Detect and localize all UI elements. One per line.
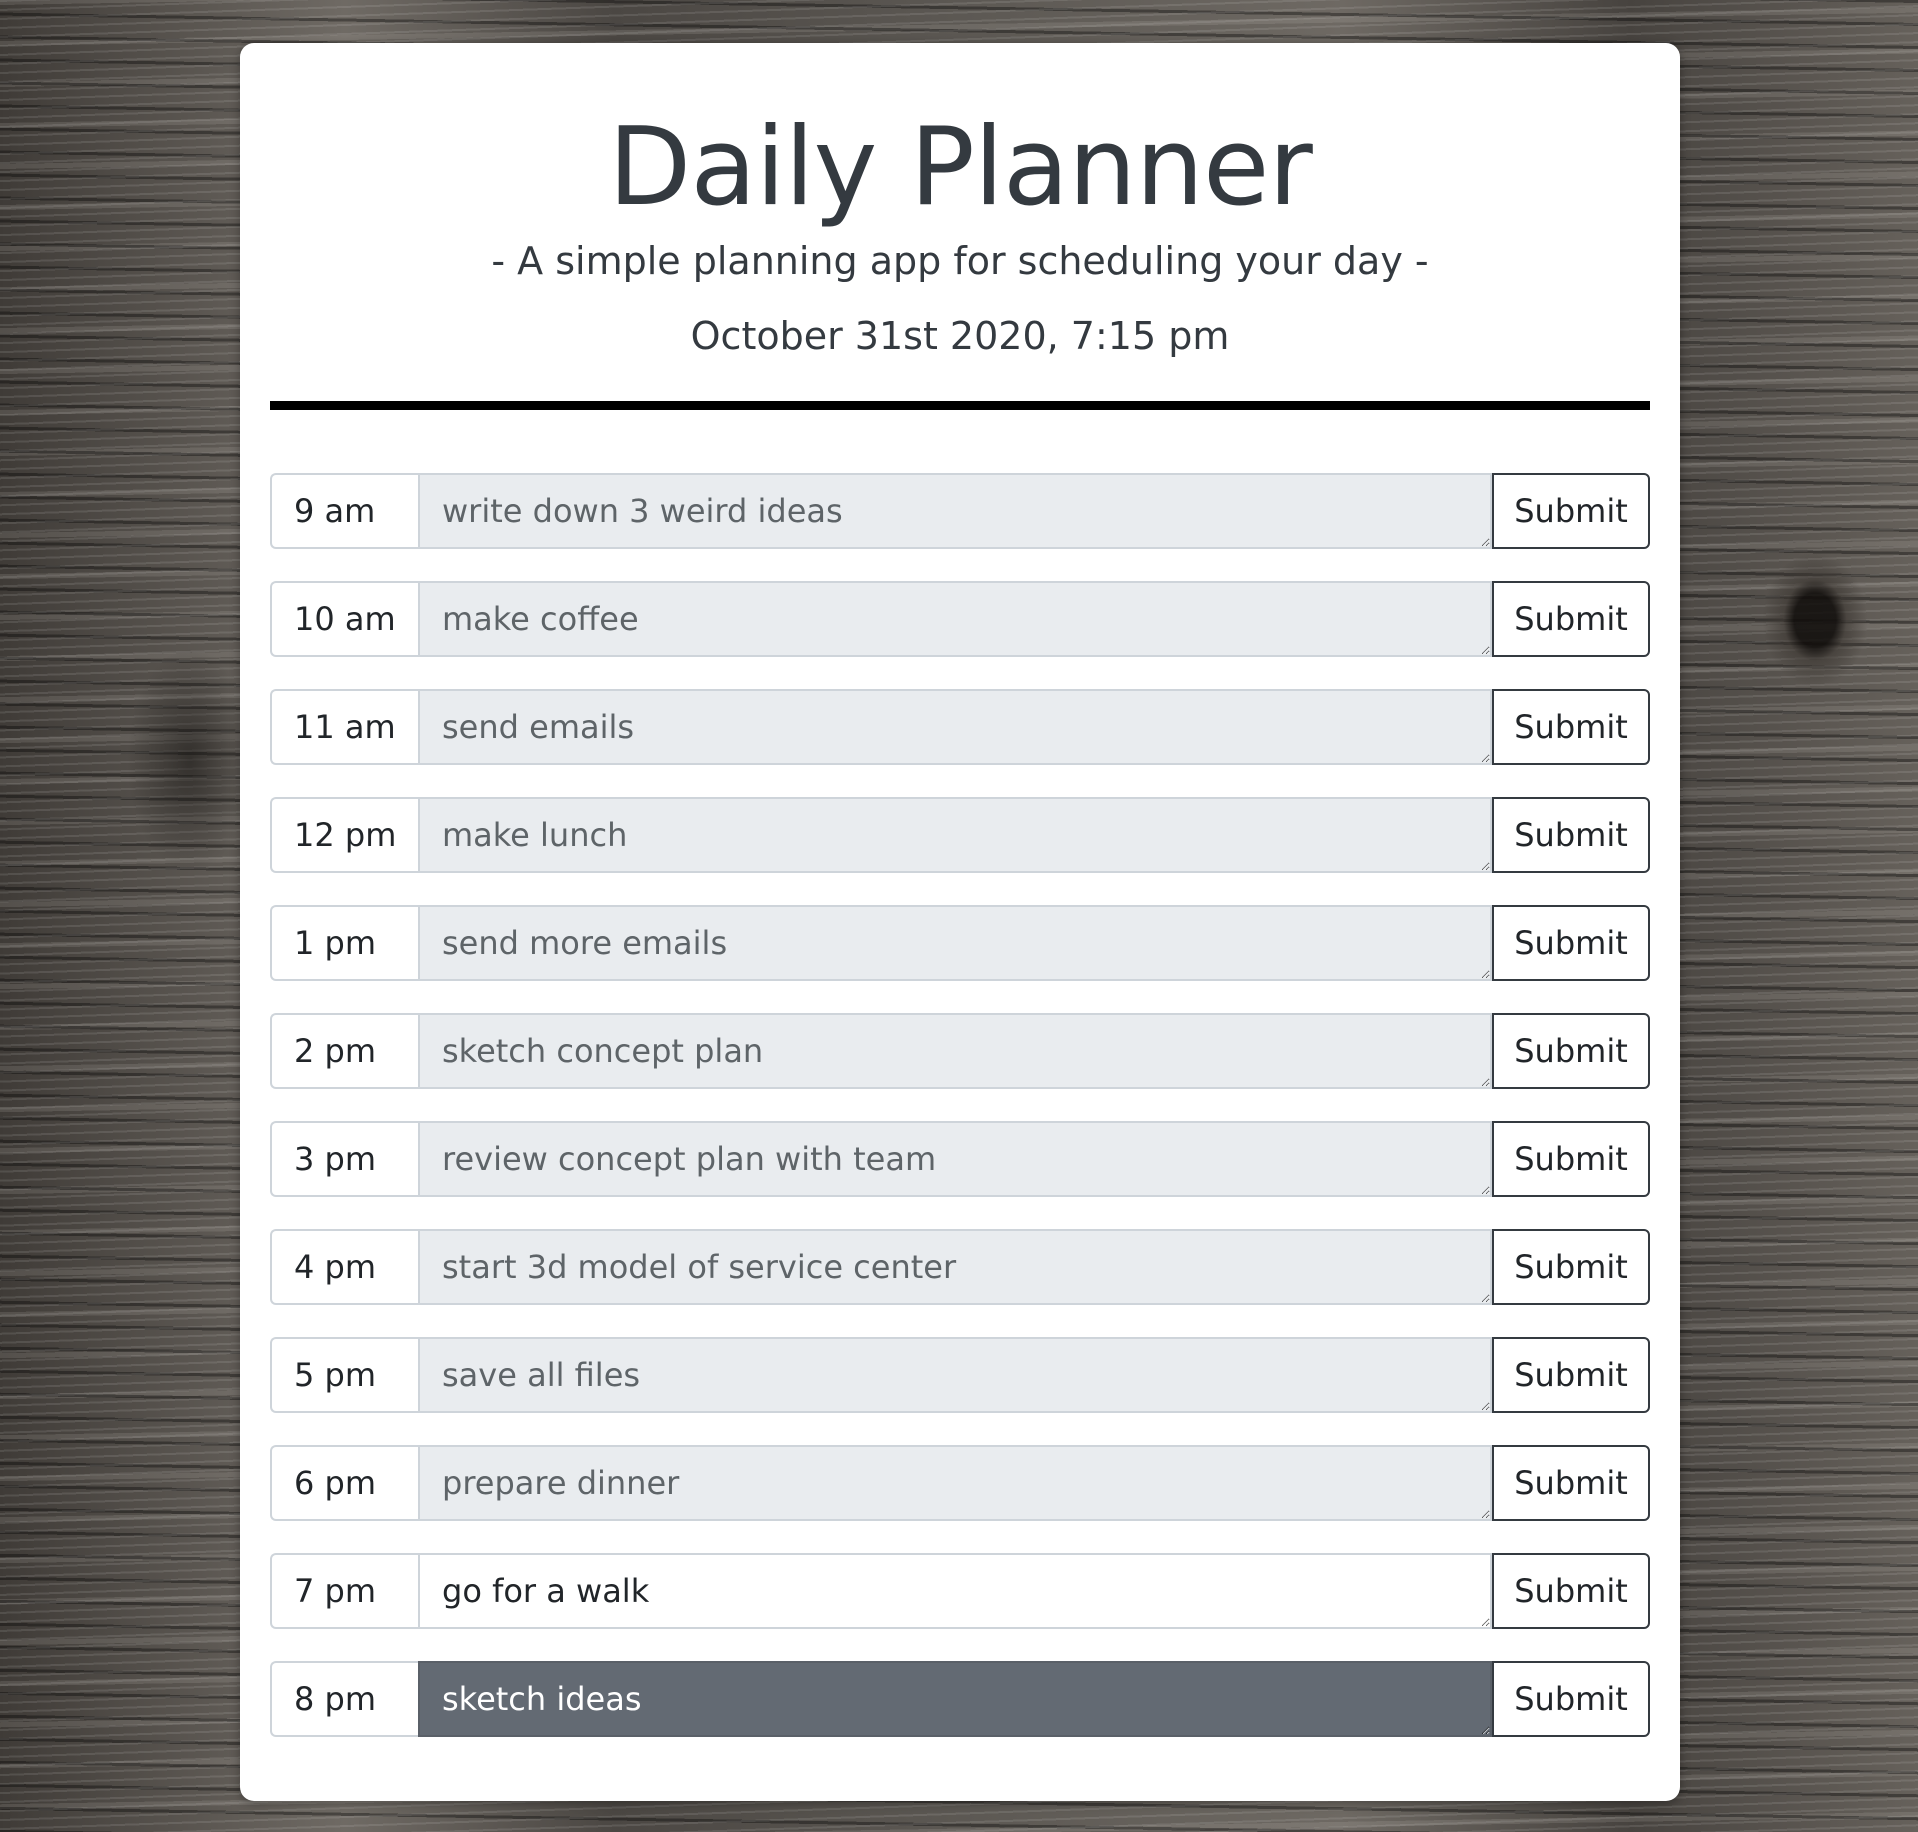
time-block-row: 3 pm review concept plan with team Submi… xyxy=(270,1121,1650,1197)
time-block-row: 8 pm sketch ideas Submit xyxy=(270,1661,1650,1737)
time-block-row: 4 pm start 3d model of service center Su… xyxy=(270,1229,1650,1305)
submit-button[interactable]: Submit xyxy=(1492,473,1650,549)
time-block-row: 9 am write down 3 weird ideas Submit xyxy=(270,473,1650,549)
submit-button[interactable]: Submit xyxy=(1492,1337,1650,1413)
task-input[interactable]: sketch concept plan xyxy=(418,1013,1492,1089)
task-input[interactable]: write down 3 weird ideas xyxy=(418,473,1492,549)
task-input[interactable]: save all files xyxy=(418,1337,1492,1413)
hour-label: 1 pm xyxy=(270,905,418,981)
hour-label: 12 pm xyxy=(270,797,418,873)
task-input[interactable]: prepare dinner xyxy=(418,1445,1492,1521)
submit-button[interactable]: Submit xyxy=(1492,1121,1650,1197)
current-datetime: October 31st 2020, 7:15 pm xyxy=(690,314,1230,358)
submit-button[interactable]: Submit xyxy=(1492,581,1650,657)
hour-label: 7 pm xyxy=(270,1553,418,1629)
hour-label: 3 pm xyxy=(270,1121,418,1197)
task-input[interactable]: make coffee xyxy=(418,581,1492,657)
hour-label: 4 pm xyxy=(270,1229,418,1305)
hour-label: 2 pm xyxy=(270,1013,418,1089)
submit-button[interactable]: Submit xyxy=(1492,905,1650,981)
header-divider xyxy=(270,401,1650,410)
submit-button[interactable]: Submit xyxy=(1492,689,1650,765)
submit-button[interactable]: Submit xyxy=(1492,1661,1650,1737)
page-title: Daily Planner xyxy=(608,105,1313,230)
hour-label: 5 pm xyxy=(270,1337,418,1413)
submit-button[interactable]: Submit xyxy=(1492,1553,1650,1629)
hour-label: 11 am xyxy=(270,689,418,765)
time-block-list: 9 am write down 3 weird ideas Submit 10 … xyxy=(270,473,1650,1769)
time-block-row: 5 pm save all files Submit xyxy=(270,1337,1650,1413)
hour-label: 6 pm xyxy=(270,1445,418,1521)
time-block-row: 6 pm prepare dinner Submit xyxy=(270,1445,1650,1521)
hour-label: 10 am xyxy=(270,581,418,657)
task-input[interactable]: start 3d model of service center xyxy=(418,1229,1492,1305)
time-block-row: 11 am send emails Submit xyxy=(270,689,1650,765)
hour-label: 9 am xyxy=(270,473,418,549)
task-input[interactable]: send emails xyxy=(418,689,1492,765)
submit-button[interactable]: Submit xyxy=(1492,1445,1650,1521)
task-input[interactable]: review concept plan with team xyxy=(418,1121,1492,1197)
submit-button[interactable]: Submit xyxy=(1492,797,1650,873)
time-block-row: 10 am make coffee Submit xyxy=(270,581,1650,657)
time-block-row: 1 pm send more emails Submit xyxy=(270,905,1650,981)
planner-card: Daily Planner - A simple planning app fo… xyxy=(240,43,1680,1801)
task-input[interactable]: send more emails xyxy=(418,905,1492,981)
task-input[interactable]: make lunch xyxy=(418,797,1492,873)
page-subtitle: - A simple planning app for scheduling y… xyxy=(491,239,1429,283)
submit-button[interactable]: Submit xyxy=(1492,1013,1650,1089)
submit-button[interactable]: Submit xyxy=(1492,1229,1650,1305)
task-input[interactable]: go for a walk xyxy=(418,1553,1492,1629)
time-block-row: 7 pm go for a walk Submit xyxy=(270,1553,1650,1629)
time-block-row: 2 pm sketch concept plan Submit xyxy=(270,1013,1650,1089)
hour-label: 8 pm xyxy=(270,1661,418,1737)
task-input[interactable]: sketch ideas xyxy=(418,1661,1492,1737)
time-block-row: 12 pm make lunch Submit xyxy=(270,797,1650,873)
